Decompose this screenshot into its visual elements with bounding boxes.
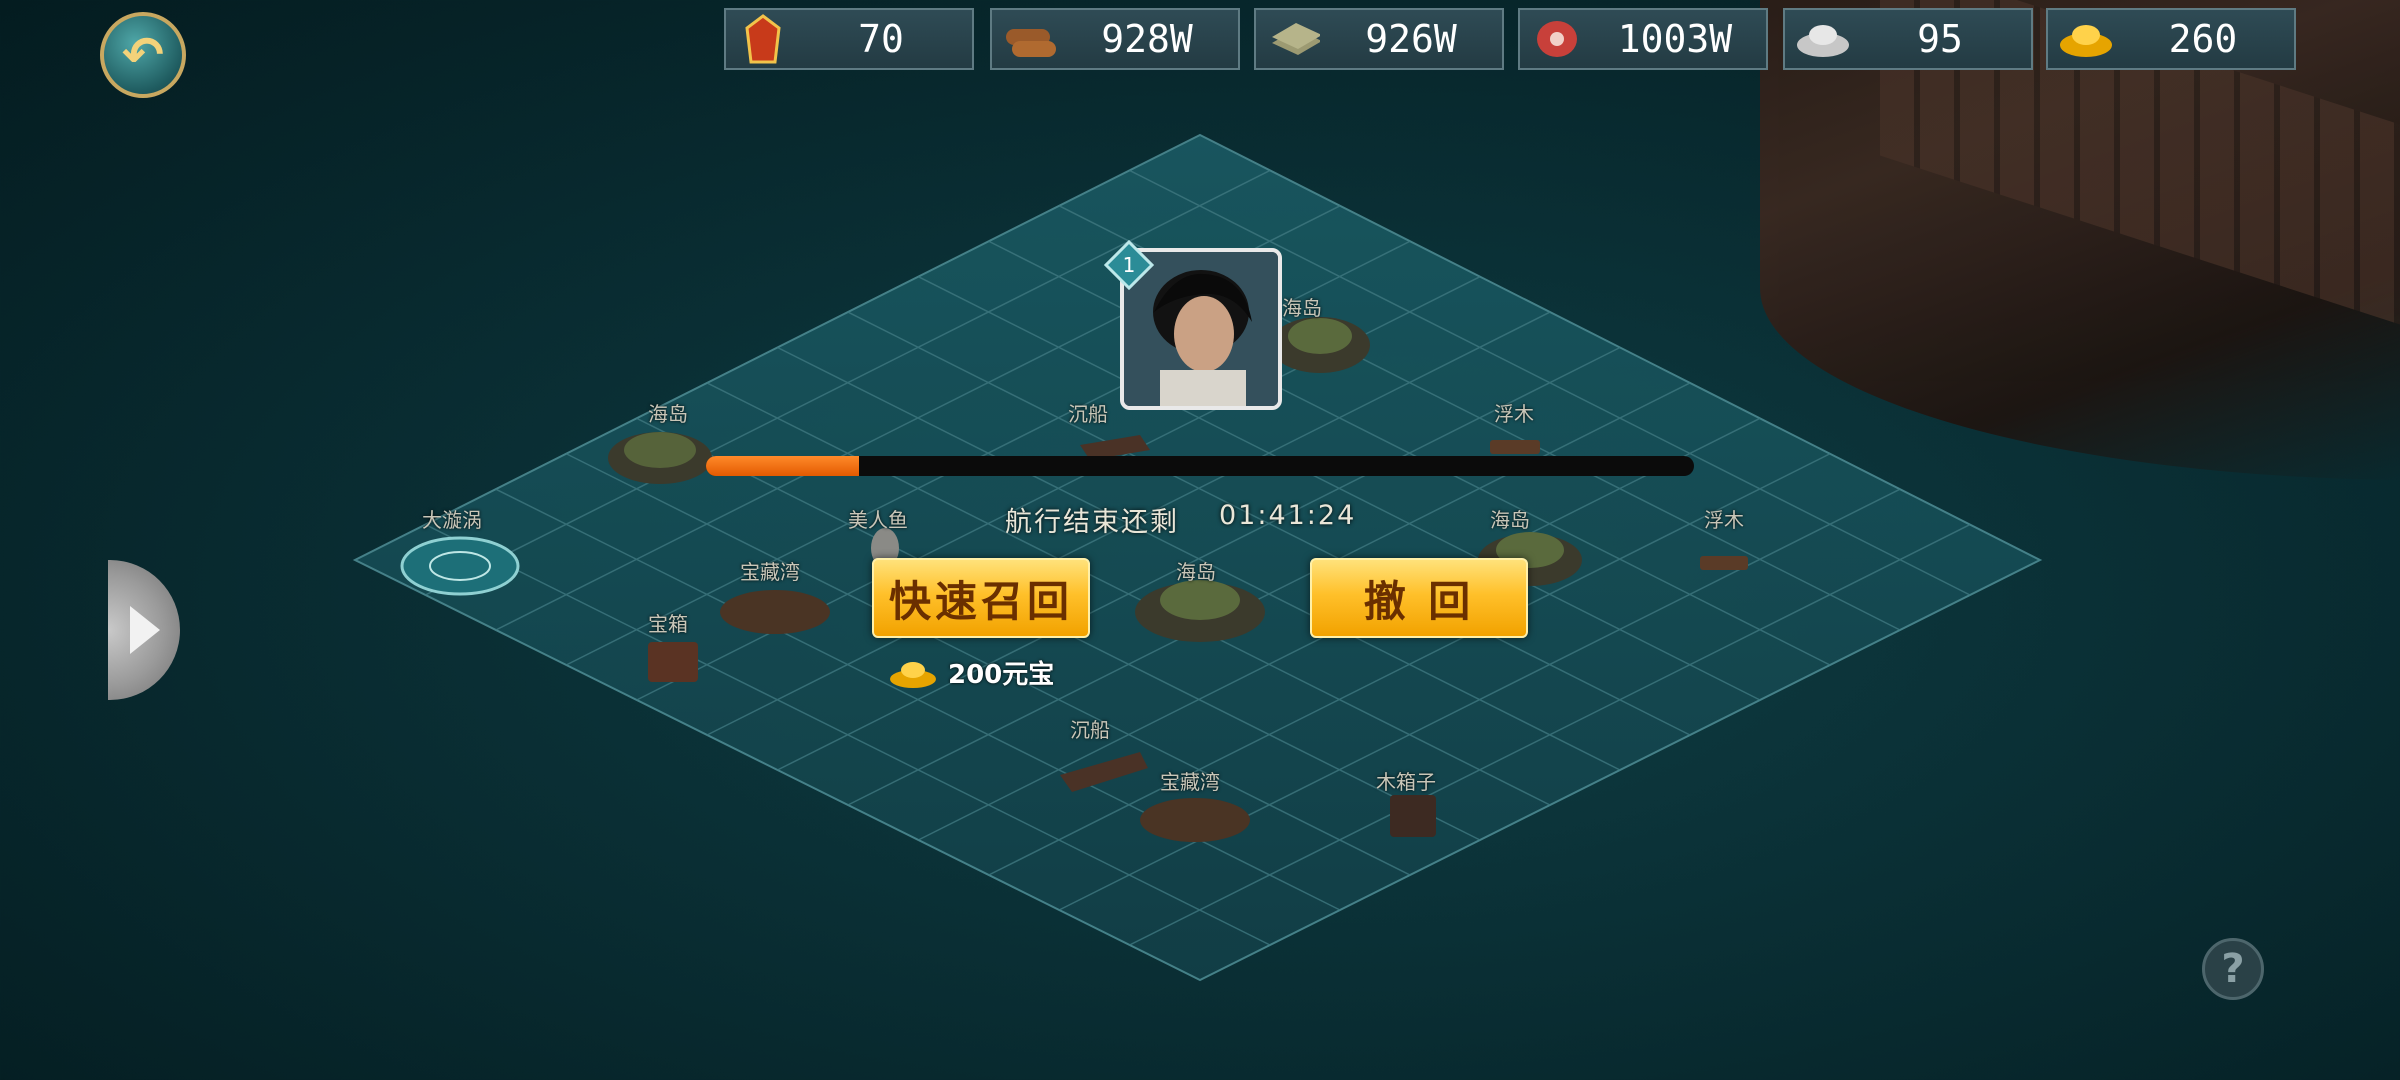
map-label-island: 海岛 <box>1490 508 1530 532</box>
silver-count: 95 <box>1917 17 1963 61</box>
gold-ingot-icon <box>890 661 936 688</box>
meat-count: 1003W <box>1617 17 1733 61</box>
treasure-chest[interactable] <box>648 642 698 682</box>
resource-token: 70 <box>724 8 974 70</box>
back-button[interactable]: ↶ <box>100 12 186 98</box>
map-label-mermaid: 美人鱼 <box>848 508 908 532</box>
voyage-progress-bar <box>706 456 1694 476</box>
wood-icon <box>1002 17 1056 61</box>
meat-icon <box>1530 17 1584 61</box>
map-label-island: 海岛 <box>1282 296 1322 320</box>
quick-recall-button[interactable]: 快速召回 <box>872 558 1090 638</box>
floating-wood-1[interactable] <box>1490 440 1540 454</box>
voyage-remaining-time: 01:41:24 <box>1219 500 1357 531</box>
voyage-progress-fill <box>706 456 860 476</box>
sea-grid-board <box>352 133 2043 982</box>
token-icon <box>736 14 790 64</box>
whirlpool[interactable] <box>400 536 520 596</box>
quick-recall-cost-text: 200元宝 <box>948 660 1055 690</box>
island-1[interactable] <box>608 432 712 484</box>
map-label-floating-wood: 浮木 <box>1494 402 1534 426</box>
token-count: 70 <box>858 17 904 61</box>
island-2[interactable] <box>1270 317 1370 373</box>
map-label-treasure-bay: 宝藏湾 <box>740 560 800 584</box>
treasure-bay-1[interactable] <box>720 590 830 634</box>
resource-gold-ingot: 260 <box>2046 8 2296 70</box>
wooden-box[interactable] <box>1390 795 1436 837</box>
voyage-timer: 航行结束还剩 01:41:24 <box>1005 500 1356 539</box>
gold-ingot-count: 260 <box>2168 17 2238 61</box>
map-label-island: 海岛 <box>648 402 688 426</box>
quick-recall-cost: 200元宝 <box>888 654 1054 691</box>
resource-meat: 1003W <box>1518 8 1768 70</box>
stone-count: 926W <box>1365 17 1457 61</box>
map-label-whirlpool: 大漩涡 <box>422 508 482 532</box>
recall-button[interactable]: 撤 回 <box>1310 558 1528 638</box>
help-button[interactable]: ? <box>2202 938 2264 1000</box>
hero-level-badge: 1 <box>1103 239 1155 291</box>
map-label-island: 海岛 <box>1176 560 1216 584</box>
voyage-remaining-label: 航行结束还剩 <box>1005 507 1179 538</box>
gold-ingot-icon <box>2058 17 2112 61</box>
hero-level-text: 1 <box>1123 253 1136 277</box>
treasure-bay-2[interactable] <box>1140 798 1250 842</box>
back-arrow-icon: ↶ <box>122 26 164 84</box>
wood-count: 928W <box>1101 17 1193 61</box>
map-label-shipwreck: 沉船 <box>1070 718 1110 742</box>
resource-stone: 926W <box>1254 8 1504 70</box>
map-label-wooden-box: 木箱子 <box>1376 770 1436 794</box>
stone-icon <box>1266 17 1320 61</box>
resource-wood: 928W <box>990 8 1240 70</box>
map-label-treasure-chest: 宝箱 <box>648 612 688 636</box>
silver-icon <box>1795 17 1849 61</box>
resource-silver: 95 <box>1783 8 2033 70</box>
map-label-shipwreck: 沉船 <box>1068 402 1108 426</box>
map-label-floating-wood: 浮木 <box>1704 508 1744 532</box>
map-label-treasure-bay: 宝藏湾 <box>1160 770 1220 794</box>
play-arrow-icon <box>130 606 160 654</box>
floating-wood-2[interactable] <box>1700 556 1748 570</box>
